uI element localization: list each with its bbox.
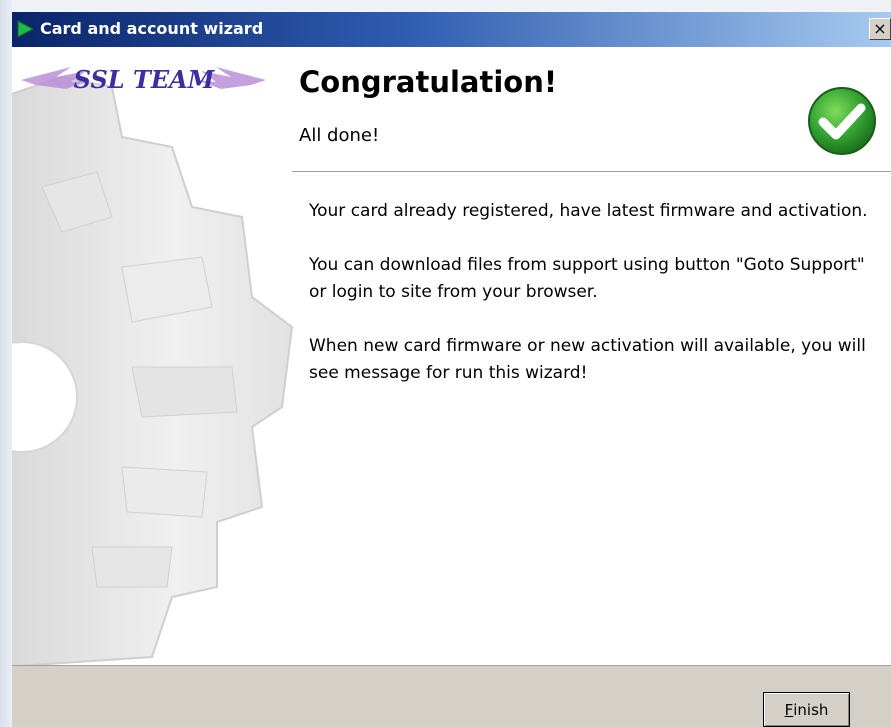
window-title: Card and account wizard [40,19,264,38]
page-subtitle: All done! [299,125,380,146]
message-paragraph: You can download files from support usin… [309,255,865,302]
desktop-edge [0,0,12,727]
logo-text: SSL TEAM [74,65,216,94]
message-paragraph: Your card already registered, have lates… [309,201,868,221]
header-divider [292,171,891,173]
close-button[interactable]: × [869,18,891,40]
page-title: Congratulation! [299,65,558,99]
wizard-window: Card and account wizard × SSL TEAM Congr… [12,12,891,727]
message-paragraph: When new card firmware or new activation… [309,336,866,383]
message-body: Your card already registered, have lates… [309,198,869,414]
button-bar: Finish [12,665,891,727]
finish-mnemonic: F [784,700,794,719]
green-check-icon [808,87,876,155]
title-bar[interactable]: Card and account wizard × [12,12,891,47]
play-arrow-icon [17,20,34,38]
finish-label: inish [793,700,829,719]
desktop-background [0,0,891,10]
finish-button[interactable]: Finish [763,692,850,727]
gear-watermark-icon [12,75,294,665]
close-icon: × [873,19,887,38]
team-logo: SSL TEAM [21,65,266,94]
wizard-content: SSL TEAM Congratulation! All done! Your … [12,47,891,665]
